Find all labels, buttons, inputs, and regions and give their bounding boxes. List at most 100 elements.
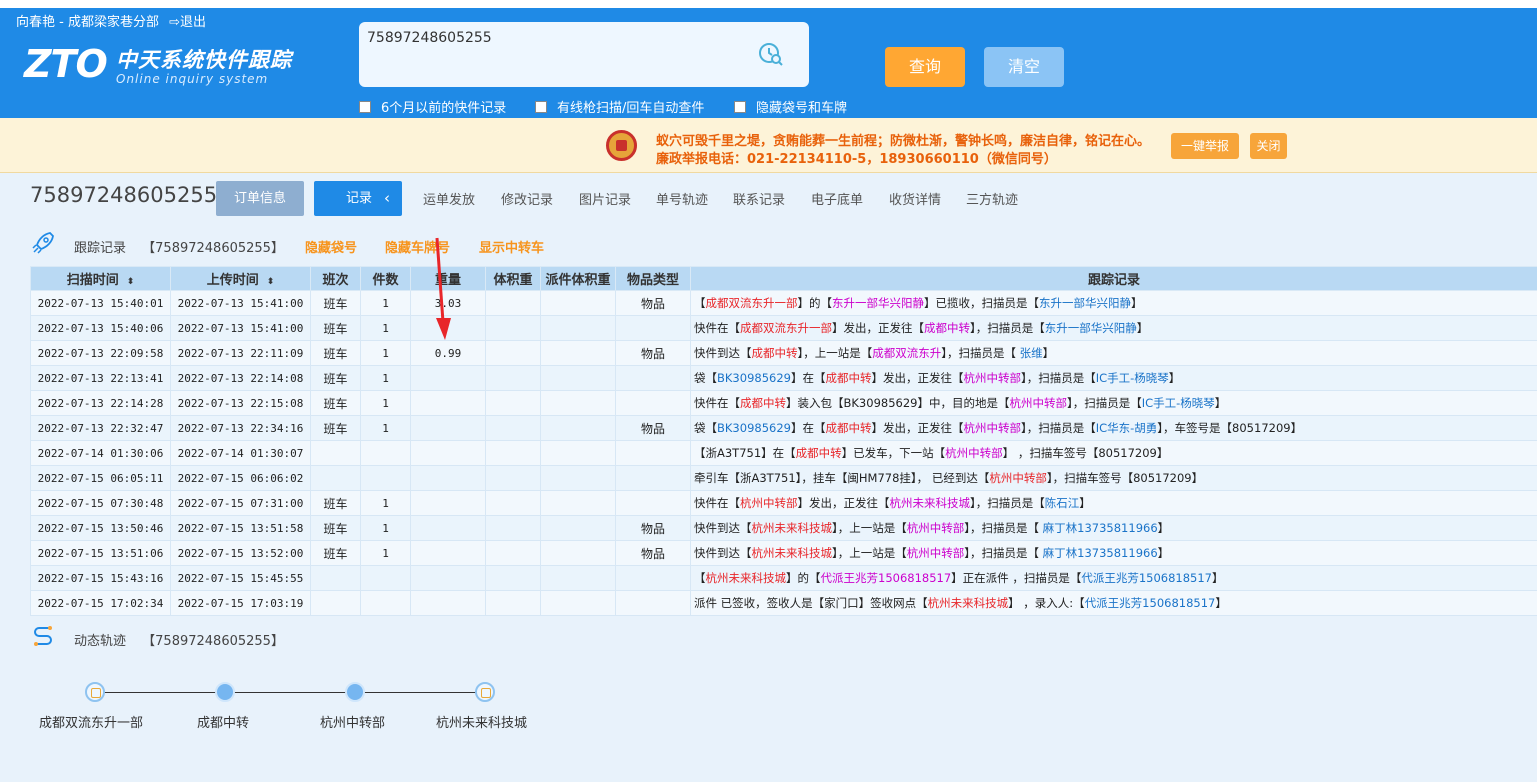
user-info: 向春艳 - 成都梁家巷分部 ⇨退出 xyxy=(16,11,206,30)
query-button[interactable]: 查询 xyxy=(885,47,965,87)
history-search-icon[interactable] xyxy=(757,40,785,68)
log-highlight: 杭州中转部 xyxy=(963,421,1021,435)
log-highlight: 杭州中转部 xyxy=(740,496,798,510)
option-six-months[interactable]: 6个月以前的快件记录 xyxy=(359,97,506,116)
chevron-left-icon[interactable]: ‹ xyxy=(384,181,390,216)
tab-e-receipt[interactable]: 电子底单 xyxy=(811,189,863,208)
clear-button[interactable]: 清空 xyxy=(984,47,1064,87)
tab-image-records[interactable]: 图片记录 xyxy=(579,189,631,208)
log-text: 】装入包【BK30985629】中，目的地是【 xyxy=(786,396,1010,410)
cell-weight xyxy=(410,390,486,416)
cell-count: 1 xyxy=(360,290,411,316)
table-row: 2022-07-15 15:43:16 2022-07-15 15:45:55 【杭… xyxy=(30,565,1537,591)
cell-count: 1 xyxy=(360,340,411,366)
cell-shift: 班车 xyxy=(310,365,361,391)
cell-scan-time: 2022-07-15 07:30:48 xyxy=(30,490,171,516)
option-label: 隐藏袋号和车牌 xyxy=(756,101,848,116)
stop-dot xyxy=(345,682,365,702)
waybill-number: 75897248605255 xyxy=(30,183,218,207)
search-input[interactable]: 75897248605255 xyxy=(359,22,809,87)
cell-tracking-record: 快件在【成都中转】装入包【BK30985629】中，目的地是【杭州中转部】，扫描… xyxy=(690,390,1537,416)
cell-tracking-record: 派件 已签收，签收人是【家门口】签收网点【杭州未来科技城】 ，录入人:【代派王兆… xyxy=(690,590,1537,616)
log-highlight: 成都中转 xyxy=(924,321,970,335)
cell-upload-time: 2022-07-15 13:51:58 xyxy=(170,515,311,541)
sort-icon[interactable]: ⬍ xyxy=(267,277,275,287)
cell-tracking-record: 【杭州未来科技城】的【代派王兆芳1506818517】正在派件 ，扫描员是【代派… xyxy=(690,565,1537,591)
cell-weight xyxy=(410,490,486,516)
option-label: 有线枪扫描/回车自动查件 xyxy=(557,101,705,116)
log-text: 】 xyxy=(1212,571,1224,585)
cell-item-type xyxy=(615,590,691,616)
table-row: 2022-07-15 06:05:11 2022-07-15 06:06:02 牵引… xyxy=(30,465,1537,491)
cell-upload-time: 2022-07-13 22:11:09 xyxy=(170,340,311,366)
log-text: 派件 已签收，签收人是【家门口】签收网点【 xyxy=(694,596,928,610)
cell-tracking-record: 【成都双流东升一部】的【东升一部华兴阳静】已揽收，扫描员是【东升一部华兴阳静】 xyxy=(690,290,1537,316)
stop-dot xyxy=(215,682,235,702)
log-text: 】 xyxy=(1157,546,1170,560)
log-text: 】正在派件 ，扫描员是【 xyxy=(951,571,1082,585)
log-text: 】 ，扫描车签号【80517209】 xyxy=(1002,446,1169,460)
cell-count: 1 xyxy=(360,490,411,516)
log-text: 【 xyxy=(694,571,706,585)
table-row: 2022-07-13 22:09:58 2022-07-13 22:11:09 班车… xyxy=(30,340,1537,366)
hide-bag-link[interactable]: 隐藏袋号 xyxy=(305,237,357,256)
log-text: 】，扫描员是【 xyxy=(964,521,1043,535)
log-text: 】 xyxy=(1136,321,1149,335)
logout-link[interactable]: ⇨退出 xyxy=(169,15,206,30)
cell-shift xyxy=(310,590,361,616)
log-text: 】，扫描车签号【80517209】 xyxy=(1046,471,1204,485)
col-upload-time[interactable]: 上传时间 ⬍ xyxy=(170,266,311,291)
user-name: 向春艳 - 成都梁家巷分部 xyxy=(16,15,159,30)
sort-icon[interactable]: ⬍ xyxy=(127,277,135,287)
tab-third-party-track[interactable]: 三方轨迹 xyxy=(966,189,1018,208)
rocket-icon xyxy=(32,232,54,254)
option-hide-bag[interactable]: 隐藏袋号和车牌 xyxy=(734,97,847,116)
cell-delivery-volume-weight xyxy=(540,290,616,316)
cell-count: 1 xyxy=(360,515,411,541)
log-text: 】，扫描员是【 xyxy=(970,496,1045,510)
cell-weight xyxy=(410,440,486,466)
table-row: 2022-07-15 07:30:48 2022-07-15 07:31:00 班车… xyxy=(30,490,1537,516)
log-highlight: 代派王兆芳1506818517 xyxy=(820,571,952,585)
cell-shift: 班车 xyxy=(310,340,361,366)
cell-weight xyxy=(410,540,486,566)
option-auto-query[interactable]: 有线枪扫描/回车自动查件 xyxy=(535,97,704,116)
tab-contact-records[interactable]: 联系记录 xyxy=(733,189,785,208)
table-row: 2022-07-13 15:40:01 2022-07-13 15:41:00 班车… xyxy=(30,290,1537,316)
log-highlight: 成都双流东升一部 xyxy=(705,296,798,310)
cell-weight xyxy=(410,315,486,341)
hide-plate-link[interactable]: 隐藏车牌号 xyxy=(385,237,450,256)
log-text: 快件到达【 xyxy=(694,546,752,560)
checkbox-icon[interactable] xyxy=(535,100,547,113)
route-number: 【75897248605255】 xyxy=(142,634,284,649)
cell-delivery-volume-weight xyxy=(540,490,616,516)
checkbox-icon[interactable] xyxy=(359,100,371,113)
cell-item-type xyxy=(615,440,691,466)
log-highlight: 成都双流东升一部 xyxy=(740,321,832,335)
log-highlight: BK30985629 xyxy=(717,371,791,385)
route-title-text: 动态轨迹 xyxy=(74,634,127,649)
tab-order-info[interactable]: 订单信息 xyxy=(216,181,304,216)
tab-edit-history[interactable]: 修改记录 xyxy=(501,189,553,208)
log-highlight: 杭州未来科技城 xyxy=(751,521,833,535)
cell-count xyxy=(360,465,411,491)
log-text: 【 xyxy=(694,296,706,310)
close-notice-button[interactable]: 关闭 xyxy=(1250,133,1287,159)
tab-waybill-issue[interactable]: 运单发放 xyxy=(423,189,475,208)
cell-upload-time: 2022-07-15 15:45:55 xyxy=(170,565,311,591)
log-text: 】，车签号是【80517209】 xyxy=(1157,421,1303,435)
report-button[interactable]: 一键举报 xyxy=(1171,133,1239,159)
tab-number-track[interactable]: 单号轨迹 xyxy=(656,189,708,208)
tracking-number: 【75897248605255】 xyxy=(142,241,284,256)
cell-item-type xyxy=(615,490,691,516)
col-scan-time[interactable]: 扫描时间 ⬍ xyxy=(30,266,171,291)
tab-delivery-details[interactable]: 收货详情 xyxy=(889,189,941,208)
log-text: 】，扫描员是【 xyxy=(964,546,1043,560)
show-transfer-link[interactable]: 显示中转车 xyxy=(479,237,544,256)
cell-weight: 3.03 xyxy=(410,290,486,316)
checkbox-icon[interactable] xyxy=(734,100,746,113)
route-line xyxy=(95,692,485,693)
tab-record[interactable]: 记录 ‹ xyxy=(314,181,402,216)
log-highlight: 杭州中转部 xyxy=(945,446,1003,460)
log-highlight: 成都中转 xyxy=(795,446,842,460)
